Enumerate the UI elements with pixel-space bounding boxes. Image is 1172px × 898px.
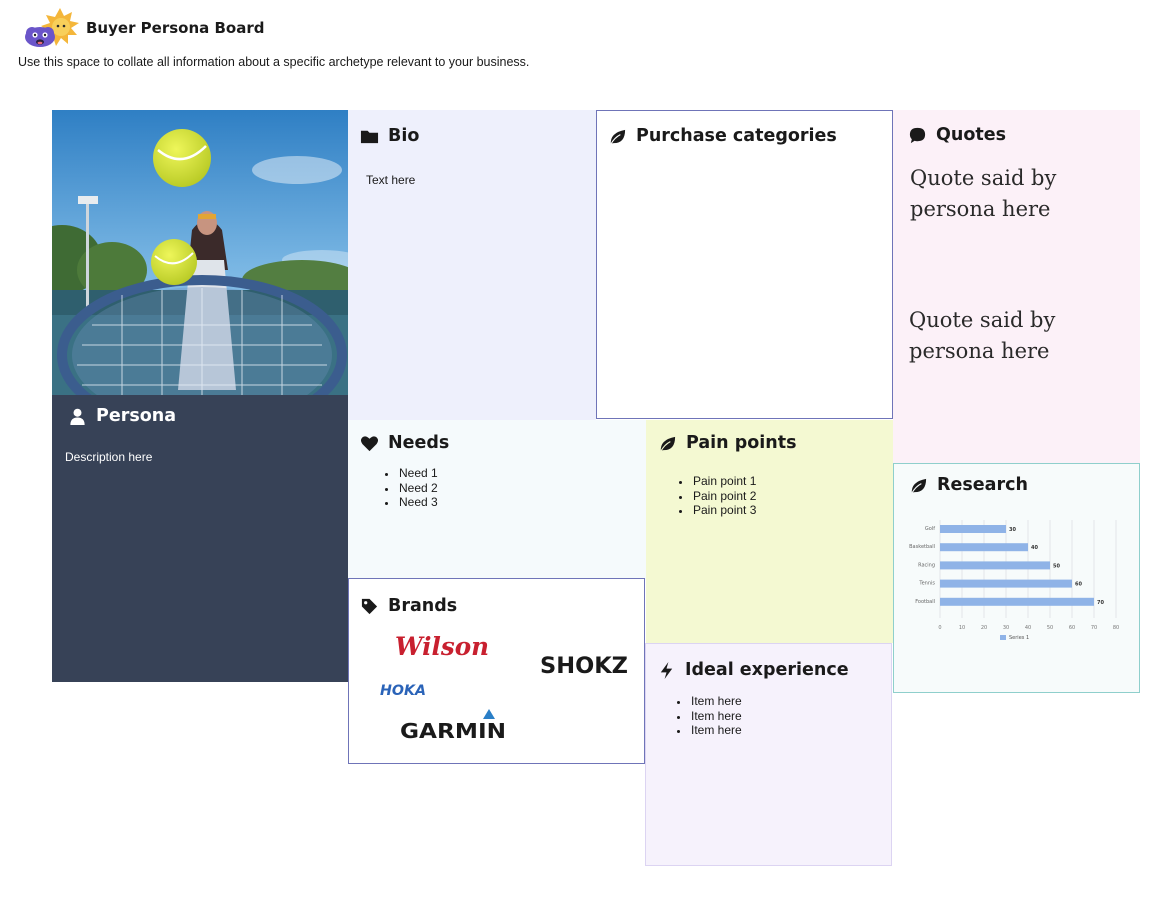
list-item: Need 2 [397, 481, 438, 496]
brands-title: Brands [360, 596, 457, 616]
needs-list: Need 1 Need 2 Need 3 [379, 466, 438, 510]
needs-title-label: Needs [388, 433, 450, 453]
y-tick-label: Basketball [909, 544, 935, 550]
bio-text: Text here [366, 173, 416, 187]
x-tick-label: 50 [1047, 625, 1053, 631]
leaf-icon [660, 436, 676, 451]
y-tick-label: Golf [925, 526, 935, 532]
quotes-title-label: Quotes [936, 125, 1007, 145]
bio-title: Bio [360, 126, 419, 146]
ideal-experience-card[interactable]: Ideal experience Item here Item here Ite… [645, 643, 892, 866]
quote-1: Quote said by persona here [910, 166, 1057, 221]
pain-points-title: Pain points [658, 433, 797, 453]
research-title: Research [909, 475, 1028, 495]
list-item: Need 3 [397, 495, 438, 510]
ideal-experience-title: Ideal experience [657, 660, 849, 680]
bio-card[interactable]: Bio Text here [348, 110, 596, 420]
pain-points-card[interactable]: Pain points Pain point 1 Pain point 2 Pa… [646, 420, 893, 643]
purchase-categories-card[interactable]: Purchase categories [596, 110, 893, 419]
pain-points-title-label: Pain points [686, 433, 797, 453]
shokz-logo: SHOKZ [540, 651, 630, 686]
chart-bar [940, 561, 1050, 570]
svg-text:HOKA: HOKA [380, 683, 426, 699]
user-icon [70, 408, 85, 425]
wilson-logo: Wilson [395, 631, 491, 666]
x-tick-label: 70 [1091, 625, 1097, 631]
page-subtitle: Use this space to collate all informatio… [18, 55, 530, 69]
needs-title: Needs [360, 433, 449, 453]
persona-card[interactable]: Persona Description here [52, 110, 348, 682]
list-item: Item here [689, 694, 742, 709]
x-tick-label: 80 [1113, 625, 1119, 631]
ideal-experience-title-label: Ideal experience [685, 660, 849, 680]
data-label: 40 [1031, 545, 1038, 551]
tag-icon [361, 598, 378, 614]
data-label: 70 [1097, 600, 1104, 606]
persona-title: Persona [68, 406, 176, 426]
chart-bar [940, 579, 1072, 588]
quote-2: Quote said by persona here [909, 308, 1056, 363]
quotes-title: Quotes [908, 125, 1006, 145]
page-title: Buyer Persona Board [86, 19, 265, 37]
hoka-logo: HOKA [380, 681, 430, 704]
garmin-logo: GARMIN [400, 707, 512, 746]
x-tick-label: 40 [1025, 625, 1031, 631]
legend-swatch [1000, 635, 1006, 640]
y-tick-label: Racing [918, 562, 935, 568]
list-item: Item here [689, 723, 742, 738]
persona-title-label: Persona [96, 406, 177, 426]
list-item: Pain point 3 [691, 503, 756, 518]
data-label: 50 [1053, 563, 1060, 569]
chart-bar [940, 543, 1028, 552]
list-item: Pain point 1 [691, 474, 756, 489]
heart-icon [360, 435, 379, 451]
ideal-experience-list: Item here Item here Item here [671, 694, 742, 738]
speech-bubble-icon [909, 127, 926, 143]
svg-text:GARMIN: GARMIN [400, 719, 506, 741]
research-card[interactable]: Research 0 10 20 30 40 50 60 70 80 Golf 30 Basketba… [893, 463, 1140, 693]
purchase-categories-label: Purchase categories [636, 126, 837, 146]
persona-photo [52, 110, 348, 395]
y-tick-label: Football [915, 599, 935, 605]
app-logo [18, 6, 82, 50]
persona-description: Description here [65, 450, 153, 464]
quotes-card[interactable]: Quotes Quote said by persona here Quote … [893, 110, 1140, 463]
x-tick-label: 0 [938, 625, 941, 631]
research-chart: 0 10 20 30 40 50 60 70 80 Golf 30 Basketball 40 Racin… [909, 520, 1119, 641]
leaf-icon [911, 478, 927, 493]
needs-card[interactable]: Needs Need 1 Need 2 Need 3 [348, 420, 646, 580]
chart-bar [940, 525, 1006, 533]
legend-label: Series 1 [1009, 635, 1029, 641]
research-title-label: Research [937, 475, 1028, 495]
brands-card[interactable]: Brands Wilson SHOKZ HOKA GARMIN [348, 578, 645, 764]
x-tick-label: 30 [1003, 625, 1009, 631]
chart-bar [940, 597, 1094, 606]
purchase-categories-title: Purchase categories [608, 126, 837, 146]
data-label: 30 [1009, 527, 1016, 533]
list-item: Item here [689, 709, 742, 724]
x-tick-label: 60 [1069, 625, 1075, 631]
pain-points-list: Pain point 1 Pain point 2 Pain point 3 [673, 474, 756, 518]
bio-title-label: Bio [388, 126, 420, 146]
svg-text:SHOKZ: SHOKZ [540, 654, 628, 679]
folder-icon [360, 130, 379, 143]
lightning-icon [660, 661, 673, 679]
leaf-icon [610, 129, 626, 144]
x-tick-label: 20 [981, 625, 987, 631]
brands-title-label: Brands [388, 596, 458, 616]
y-tick-label: Tennis [918, 581, 935, 587]
x-tick-label: 10 [959, 625, 965, 631]
svg-text:Wilson: Wilson [395, 632, 489, 661]
data-label: 60 [1075, 582, 1082, 588]
list-item: Need 1 [397, 466, 438, 481]
list-item: Pain point 2 [691, 489, 756, 504]
